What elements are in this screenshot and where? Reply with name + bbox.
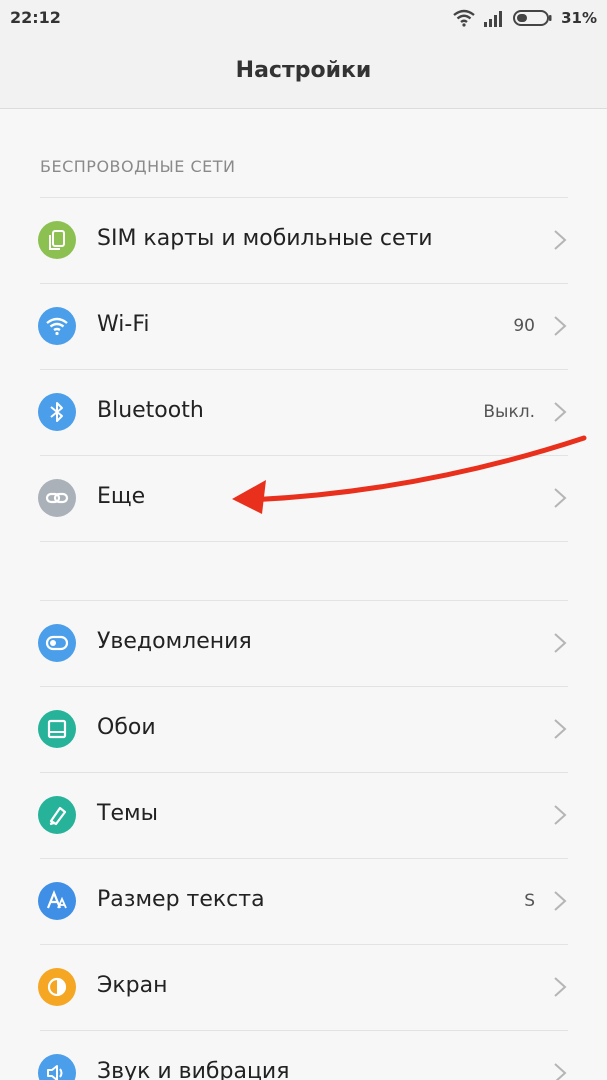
chevron-right-icon — [554, 230, 567, 250]
chevron-right-icon — [554, 488, 567, 508]
chevron-right-icon — [554, 891, 567, 911]
bluetooth-icon — [38, 393, 76, 431]
link-icon — [38, 479, 76, 517]
chevron-right-icon — [554, 316, 567, 336]
settings-item-label: Экран — [97, 973, 168, 998]
status-bar: 22:12 31% — [0, 0, 607, 36]
settings-item-value: Выкл. — [483, 402, 535, 422]
battery-percent: 31% — [561, 9, 597, 27]
settings-item-sound[interactable]: Звук и вибрация — [0, 1030, 607, 1080]
settings-item-label: Обои — [97, 715, 156, 740]
sim-cards-icon — [38, 221, 76, 259]
status-icons: 31% — [453, 6, 597, 30]
settings-item-label: Уведомления — [97, 629, 252, 654]
chevron-right-icon — [554, 719, 567, 739]
status-time: 22:12 — [10, 8, 61, 27]
settings-item-bluetooth[interactable]: Bluetooth Выкл. — [0, 369, 607, 455]
brush-icon — [38, 796, 76, 834]
settings-item-display[interactable]: Экран — [0, 944, 607, 1030]
settings-item-wallpaper[interactable]: Обои — [0, 686, 607, 772]
settings-item-notifications[interactable]: Уведомления — [0, 600, 607, 686]
settings-item-label: Размер текста — [97, 887, 265, 912]
settings-item-wifi[interactable]: Wi-Fi 90 — [0, 283, 607, 369]
divider — [40, 541, 568, 542]
settings-item-text-size[interactable]: Размер текста S — [0, 858, 607, 944]
chevron-right-icon — [554, 977, 567, 997]
toggle-icon — [38, 624, 76, 662]
wifi-icon — [453, 9, 475, 27]
settings-item-label: Bluetooth — [97, 398, 204, 423]
settings-item-label: Еще — [97, 484, 146, 509]
brightness-icon — [38, 968, 76, 1006]
settings-screen: 22:12 31% Настройки БЕСПРОВОДНЫЕ СЕТИ SI… — [0, 0, 607, 1080]
settings-item-label: SIM карты и мобильные сети — [97, 226, 433, 251]
wifi-icon — [38, 307, 76, 345]
settings-item-label: Звук и вибрация — [97, 1059, 290, 1080]
settings-item-label: Темы — [97, 801, 158, 826]
speaker-icon — [38, 1054, 76, 1080]
signal-icon — [484, 11, 503, 27]
settings-item-value: 90 — [513, 316, 535, 336]
settings-item-more[interactable]: Еще — [0, 455, 607, 541]
chevron-right-icon — [554, 633, 567, 653]
chevron-right-icon — [554, 805, 567, 825]
battery-icon — [513, 10, 552, 26]
app-header: Настройки — [0, 36, 607, 109]
wallpaper-icon — [38, 710, 76, 748]
settings-item-value: S — [524, 891, 535, 911]
settings-item-label: Wi-Fi — [97, 312, 150, 337]
settings-item-sim[interactable]: SIM карты и мобильные сети — [0, 197, 607, 283]
settings-item-themes[interactable]: Темы — [0, 772, 607, 858]
section-header-wireless: БЕСПРОВОДНЫЕ СЕТИ — [40, 157, 236, 176]
chevron-right-icon — [554, 1063, 567, 1080]
font-size-icon — [38, 882, 76, 920]
chevron-right-icon — [554, 402, 567, 422]
page-title: Настройки — [235, 58, 372, 83]
